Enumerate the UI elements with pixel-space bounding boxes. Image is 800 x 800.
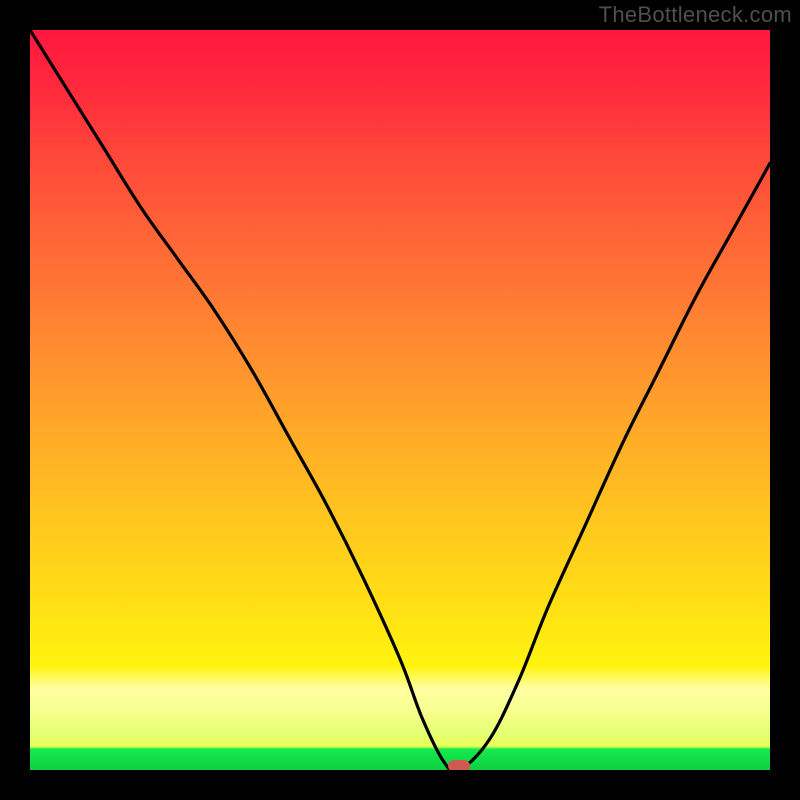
chart-frame: TheBottleneck.com <box>0 0 800 800</box>
watermark-text: TheBottleneck.com <box>599 2 792 28</box>
plot-area <box>30 30 770 770</box>
bottleneck-curve <box>30 30 770 770</box>
minimum-marker <box>448 760 470 770</box>
